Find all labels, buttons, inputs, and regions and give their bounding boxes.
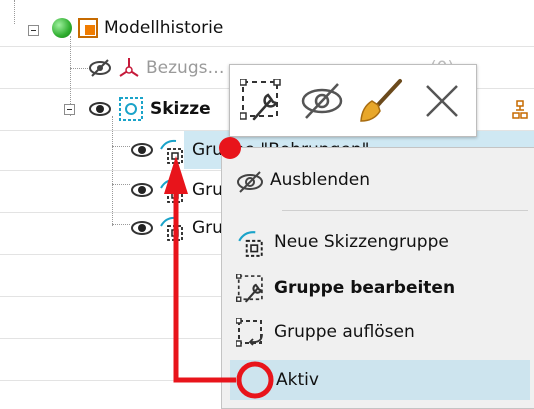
menu-item-aktiv[interactable]: Aktiv: [230, 360, 530, 400]
visible-eye-icon[interactable]: [88, 100, 112, 118]
tree-label: Modellhistorie: [104, 18, 224, 38]
sketch-group-icon: [160, 139, 183, 164]
hide-icon: [301, 83, 343, 119]
menu-separator: [282, 210, 528, 211]
sketch-icon: [119, 97, 143, 121]
status-green-icon: [52, 18, 72, 38]
sketch-group-icon: [160, 178, 183, 203]
model-history-icon: [78, 18, 98, 38]
hidden-eye-icon[interactable]: [88, 58, 112, 78]
menu-item-gruppe-bearbeiten[interactable]: Gruppe bearbeiten: [230, 270, 530, 308]
brush-toolbar-button[interactable]: [354, 69, 408, 133]
tree-label: Gru: [192, 180, 223, 200]
edit-group-toolbar-button[interactable]: [234, 69, 288, 133]
reference-axes-icon: [119, 58, 139, 77]
hide-icon: [237, 171, 263, 193]
row-separator: [0, 46, 534, 47]
new-sketch-group-icon: [238, 231, 263, 257]
tree-label: Gru: [192, 218, 223, 238]
menu-item-label: Aktiv: [276, 370, 319, 390]
menu-item-label: Gruppe bearbeiten: [274, 278, 456, 298]
dissolve-group-icon: [236, 318, 263, 347]
mini-toolbar: [229, 64, 477, 137]
menu-item-ausblenden[interactable]: Ausblenden: [230, 162, 530, 200]
collapse-toggle[interactable]: [64, 104, 75, 115]
visible-eye-icon[interactable]: [130, 141, 154, 159]
menu-item-neue-skizzengruppe[interactable]: Neue Skizzengruppe: [230, 224, 530, 262]
group-structure-icon: [512, 100, 528, 119]
menu-item-label: Neue Skizzengruppe: [274, 232, 449, 252]
tree-row-modellhistorie[interactable]: Modellhistorie: [0, 12, 534, 44]
tree-label: Bezugs…: [146, 58, 225, 78]
menu-item-label: Gruppe auflösen: [274, 322, 415, 342]
menu-item-gruppe-aufloesen[interactable]: Gruppe auflösen: [230, 314, 530, 352]
collapse-toggle[interactable]: [28, 25, 39, 36]
edit-group-icon: [236, 274, 263, 303]
sketch-group-icon: [160, 216, 183, 241]
visible-eye-icon[interactable]: [130, 181, 154, 199]
tree-label: Skizze: [150, 99, 211, 119]
close-toolbar-button[interactable]: [414, 69, 470, 133]
context-menu: Ausblenden Neue Skizzengruppe Gruppe bea…: [221, 147, 534, 409]
close-icon: [426, 85, 458, 117]
edit-group-icon: [240, 79, 281, 121]
brush-icon: [360, 79, 402, 122]
hide-toolbar-button[interactable]: [294, 69, 348, 133]
menu-item-label: Ausblenden: [270, 170, 371, 190]
visible-eye-icon[interactable]: [130, 219, 154, 237]
